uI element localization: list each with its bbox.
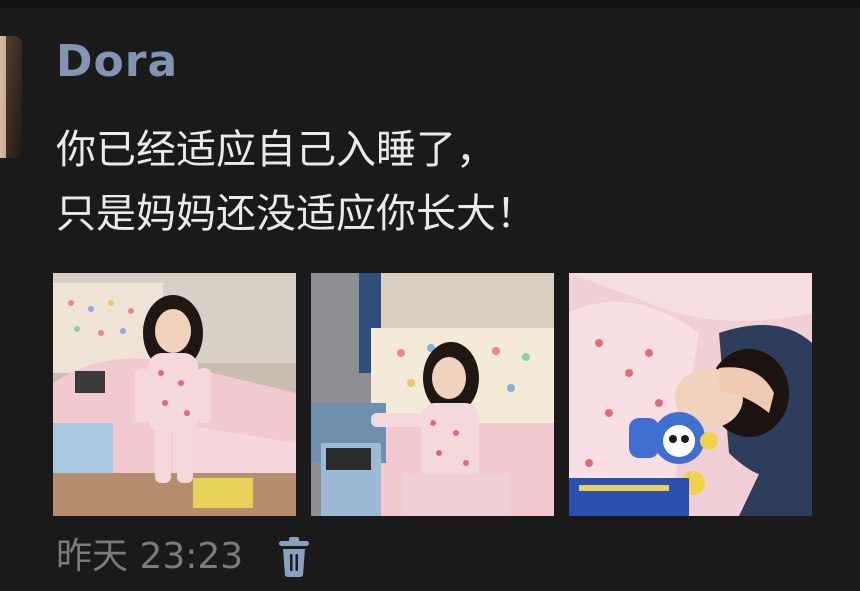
post-text: 你已经适应自己入睡了， 只是妈妈还没适应你长大！ [56,127,536,237]
avatar[interactable] [0,36,22,158]
author-name[interactable]: Dora [56,40,178,84]
photo-1[interactable] [53,273,296,516]
photo-girl-sleeping-icon [569,273,812,516]
photo-2[interactable] [311,273,554,516]
top-bar [0,0,860,8]
photo-girl-sitting-icon [311,273,554,516]
photo-girl-standing-icon [53,273,296,516]
post-meta: 昨天 23:23 [56,534,311,580]
timestamp: 昨天 23:23 [56,536,244,577]
avatar-hair [6,36,22,158]
photo-3[interactable] [569,273,812,516]
trash-icon[interactable] [277,537,311,577]
